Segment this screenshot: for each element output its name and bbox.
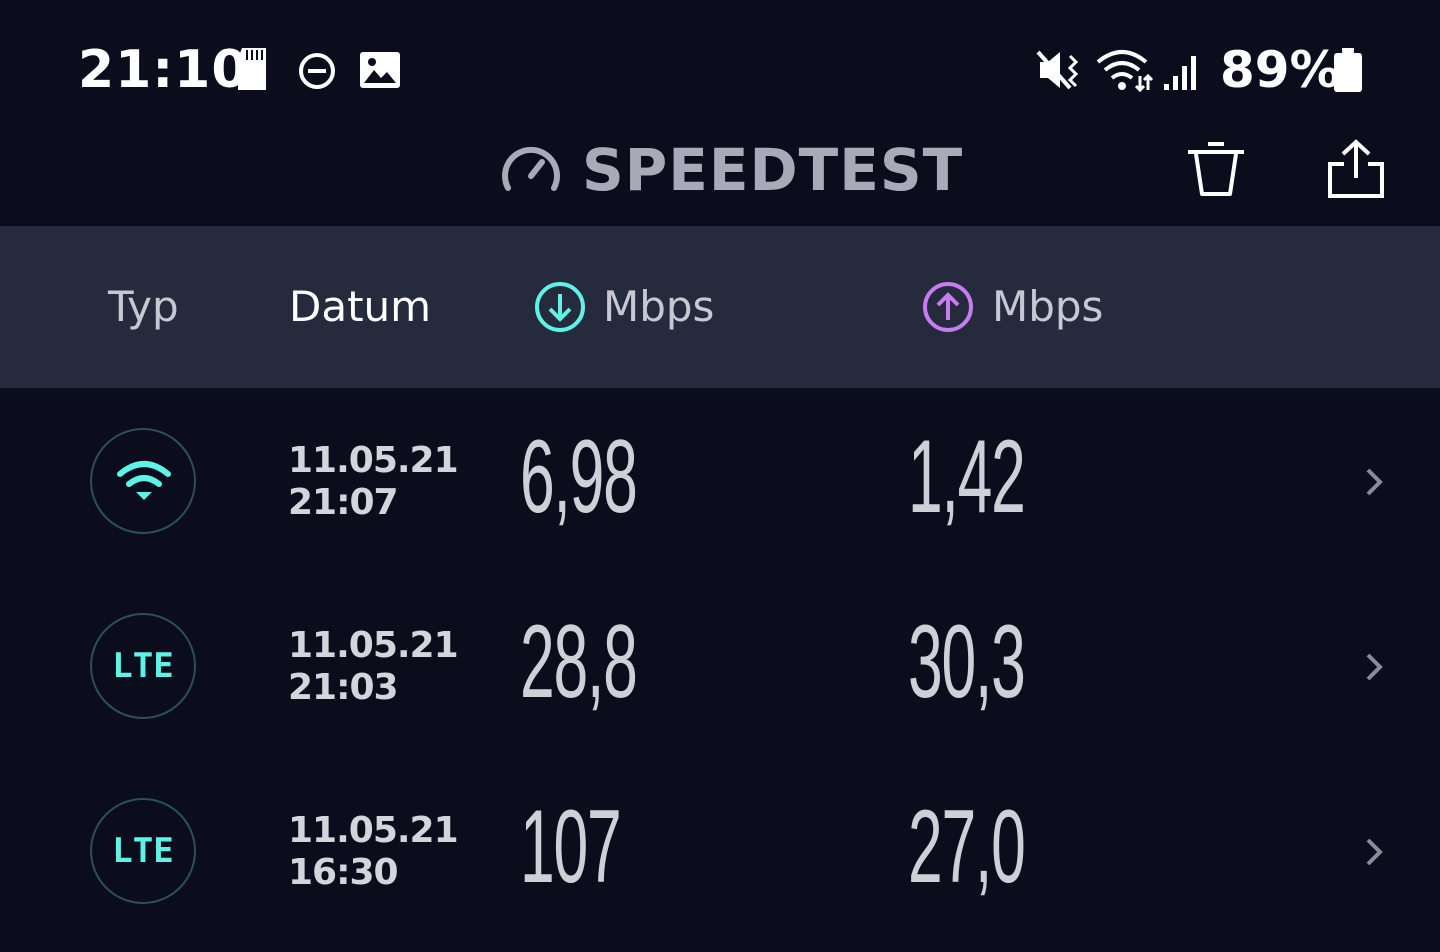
test-date: 11.05.21 bbox=[288, 440, 459, 481]
test-time: 16:30 bbox=[288, 852, 399, 893]
sd-card-icon bbox=[238, 48, 266, 90]
column-header-type[interactable]: Typ bbox=[108, 282, 179, 332]
image-icon bbox=[360, 52, 400, 88]
wifi-icon bbox=[1096, 50, 1154, 92]
column-header-download[interactable]: Mbps bbox=[603, 282, 714, 332]
battery-percentage: 89% bbox=[1220, 41, 1340, 99]
column-header-upload[interactable]: Mbps bbox=[992, 282, 1103, 332]
chevron-right-icon[interactable] bbox=[1362, 838, 1386, 866]
download-speed: 28,8 bbox=[520, 604, 638, 720]
battery-icon bbox=[1334, 48, 1362, 92]
chevron-right-icon[interactable] bbox=[1362, 653, 1386, 681]
download-speed: 107 bbox=[520, 789, 622, 905]
table-row[interactable]: 11.05.21 21:07 6,98 1,42 bbox=[0, 388, 1440, 573]
lte-label: LTE bbox=[112, 831, 174, 871]
lte-label: LTE bbox=[112, 646, 174, 686]
connection-type-badge: LTE bbox=[90, 798, 196, 904]
cellular-signal-icon bbox=[1164, 56, 1196, 90]
share-icon[interactable] bbox=[1326, 138, 1386, 200]
test-date: 11.05.21 bbox=[288, 625, 459, 666]
status-bar: 21:10 89% bbox=[0, 0, 1440, 140]
connection-type-badge bbox=[90, 428, 196, 534]
do-not-disturb-icon bbox=[299, 53, 335, 89]
results-table-header bbox=[0, 226, 1440, 388]
test-date: 11.05.21 bbox=[288, 810, 459, 851]
column-header-date[interactable]: Datum bbox=[289, 282, 431, 332]
upload-icon bbox=[923, 282, 973, 332]
status-time: 21:10 bbox=[78, 40, 249, 100]
trash-icon[interactable] bbox=[1186, 140, 1246, 200]
table-row[interactable]: LTE 11.05.21 21:03 28,8 30,3 bbox=[0, 573, 1440, 758]
download-speed: 6,98 bbox=[520, 419, 638, 535]
app-title: SPEEDTEST bbox=[582, 136, 964, 204]
upload-speed: 30,3 bbox=[908, 604, 1026, 720]
upload-speed: 1,42 bbox=[908, 419, 1026, 535]
upload-speed: 27,0 bbox=[908, 789, 1026, 905]
test-time: 21:03 bbox=[288, 667, 399, 708]
speedometer-icon bbox=[502, 146, 560, 191]
download-icon bbox=[535, 282, 585, 332]
table-row[interactable]: LTE 11.05.21 16:30 107 27,0 bbox=[0, 758, 1440, 943]
mute-vibrate-icon bbox=[1036, 50, 1079, 90]
chevron-right-icon[interactable] bbox=[1362, 468, 1386, 496]
wifi-icon bbox=[117, 461, 171, 500]
test-time: 21:07 bbox=[288, 482, 399, 523]
connection-type-badge: LTE bbox=[90, 613, 196, 719]
